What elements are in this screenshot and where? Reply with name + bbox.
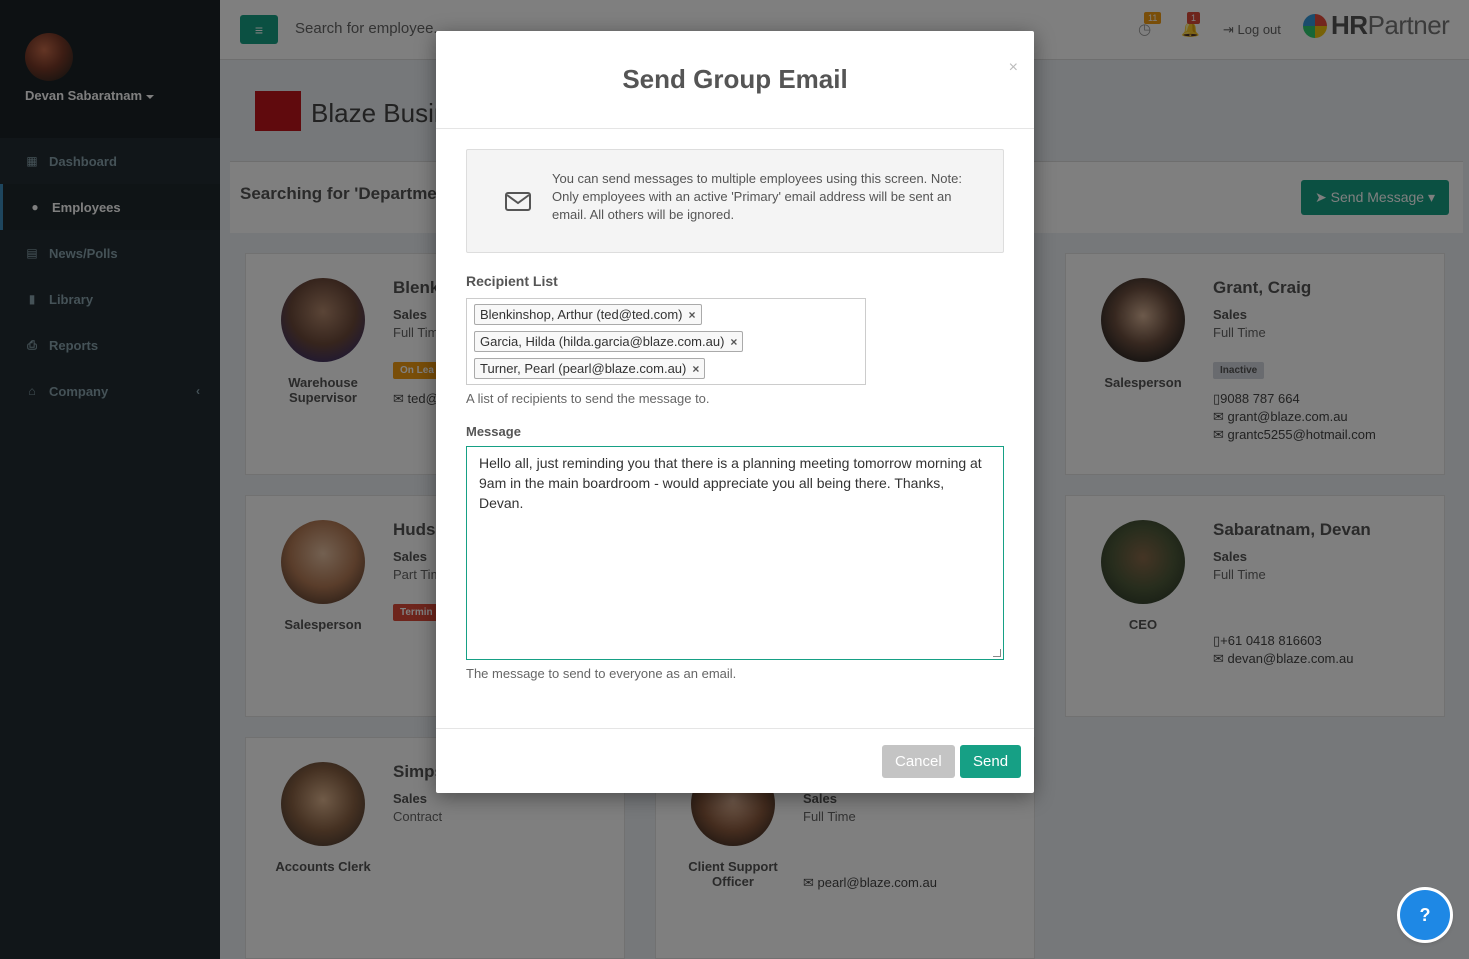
message-textarea[interactable]: Hello all, just reminding you that there… [466,446,1004,660]
recipient-chip[interactable]: Turner, Pearl (pearl@blaze.com.au) × [474,358,706,379]
question-icon: ? [1419,904,1431,925]
send-button[interactable]: Send [960,745,1022,778]
send-group-email-modal: Send Group Email × You can send messages… [436,31,1034,793]
recipient-chip-label: Garcia, Hilda (hilda.garcia@blaze.com.au… [480,334,725,349]
modal-header: Send Group Email × [436,31,1034,129]
info-text: You can send messages to multiple employ… [552,171,962,222]
recipient-chip[interactable]: Blenkinshop, Arthur (ted@ted.com) × [474,304,702,325]
help-chat-button[interactable]: ? [1400,890,1450,940]
recipient-list-field[interactable]: Blenkinshop, Arthur (ted@ted.com) × Garci… [466,298,866,385]
info-callout: You can send messages to multiple employ… [466,149,1004,253]
recipient-list-label: Recipient List [466,273,558,289]
message-text: Hello all, just reminding you that there… [479,455,982,511]
cancel-button[interactable]: Cancel [882,745,955,778]
remove-recipient-icon[interactable]: × [692,362,699,376]
message-help-text: The message to send to everyone as an em… [466,666,737,681]
modal-title: Send Group Email [622,64,848,94]
recipient-chip-label: Turner, Pearl (pearl@blaze.com.au) [480,361,687,376]
close-icon[interactable]: × [1009,59,1018,77]
modal-footer: Cancel Send [436,728,1034,793]
resize-handle-icon[interactable] [993,649,1001,657]
recipient-chip-label: Blenkinshop, Arthur (ted@ted.com) [480,307,683,322]
recipient-chip[interactable]: Garcia, Hilda (hilda.garcia@blaze.com.au… [474,331,744,352]
recipient-help-text: A list of recipients to send the message… [466,391,710,406]
remove-recipient-icon[interactable]: × [689,308,696,322]
envelope-icon [505,192,531,211]
remove-recipient-icon[interactable]: × [730,335,737,349]
message-label: Message [466,424,521,439]
